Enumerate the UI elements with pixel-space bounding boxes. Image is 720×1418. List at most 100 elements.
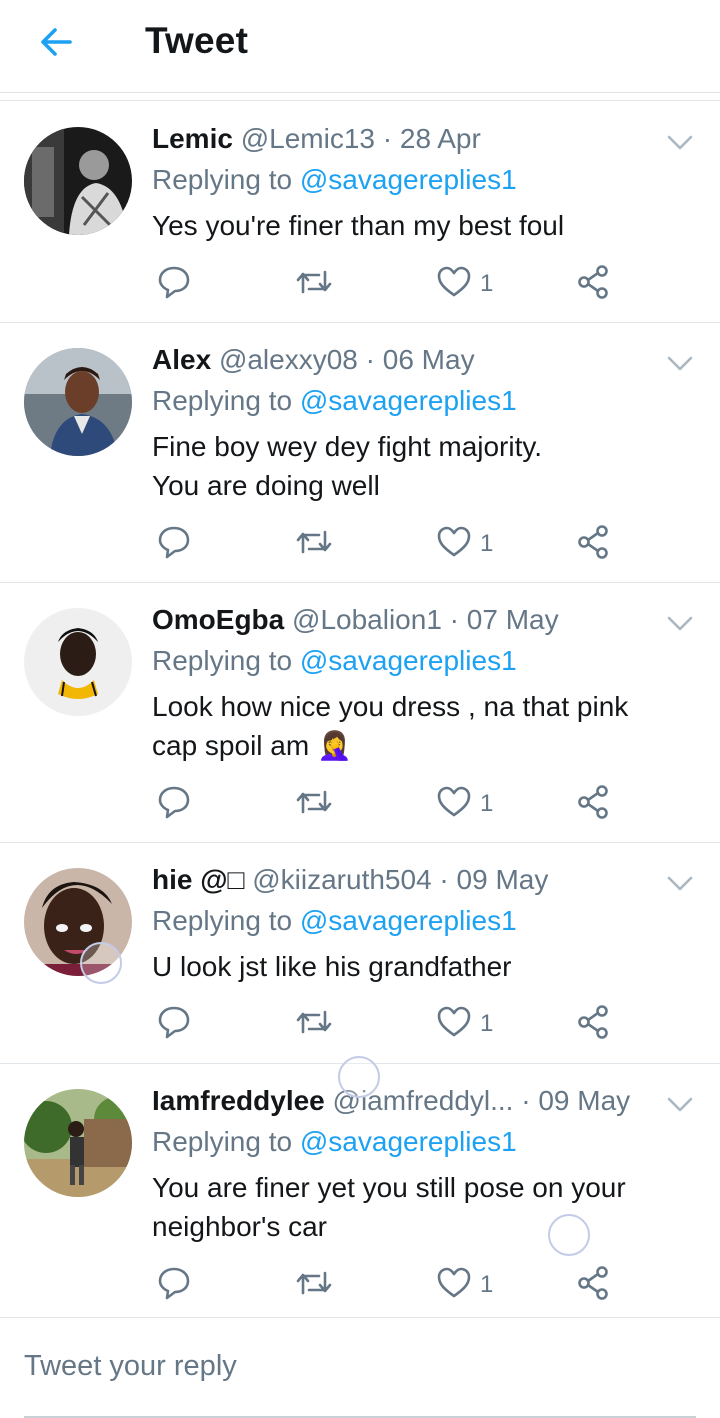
action-bar: 1 — [152, 784, 622, 824]
share-icon — [578, 265, 608, 299]
action-bar: 1 — [152, 1265, 622, 1305]
replying-prefix: Replying to — [152, 1126, 293, 1157]
retweet-button[interactable] — [294, 784, 334, 824]
chevron-down-icon[interactable] — [664, 131, 696, 155]
replying-mention[interactable]: @savagereplies1 — [300, 1126, 517, 1157]
compose-bar: Tweet your reply — [0, 1318, 720, 1418]
chevron-down-icon[interactable] — [664, 872, 696, 896]
page-title: Tweet — [145, 20, 249, 61]
share-icon — [578, 1266, 608, 1300]
share-icon — [578, 785, 608, 819]
avatar[interactable] — [24, 608, 132, 716]
share-button[interactable] — [576, 1265, 612, 1305]
share-button[interactable] — [576, 524, 612, 564]
replying-to: Replying to @savagereplies1 — [152, 645, 517, 677]
replying-prefix: Replying to — [152, 164, 293, 195]
retweet-button[interactable] — [294, 524, 334, 564]
replying-mention[interactable]: @savagereplies1 — [300, 164, 517, 195]
reply-button[interactable] — [156, 1265, 192, 1305]
reply-date: · 06 May — [365, 344, 475, 375]
like-button[interactable]: 1 — [436, 1265, 493, 1305]
reply-text-line: cap spoil am 🤦‍♀️ — [152, 730, 352, 761]
author-handle[interactable]: @alexxy08 — [219, 344, 358, 375]
author-name[interactable]: OmoEgba — [152, 604, 284, 635]
author-name[interactable]: Iamfreddylee — [152, 1085, 325, 1116]
reply-date: · 09 May — [439, 864, 549, 895]
like-button[interactable]: 1 — [436, 784, 493, 824]
reply-button[interactable] — [156, 524, 192, 564]
reply-date: · 28 Apr — [382, 123, 481, 154]
reply-button[interactable] — [156, 784, 192, 824]
reply-meta: Iamfreddylee @iamfreddyl... · 09 May — [152, 1085, 630, 1117]
reply-text-line: You are doing well — [152, 470, 380, 501]
reply-text: Look how nice you dress , na that pink c… — [152, 687, 692, 765]
replying-mention[interactable]: @savagereplies1 — [300, 385, 517, 416]
like-button[interactable]: 1 — [436, 264, 493, 304]
reply-item[interactable]: Lemic @Lemic13 · 28 Apr Replying to @sav… — [0, 101, 720, 323]
replying-mention[interactable]: @savagereplies1 — [300, 905, 517, 936]
author-handle[interactable]: @kiizaruth504 — [252, 864, 431, 895]
touch-indicator — [80, 942, 122, 984]
avatar[interactable] — [24, 348, 132, 456]
like-button[interactable]: 1 — [436, 524, 493, 564]
avatar[interactable] — [24, 127, 132, 235]
reply-text: Yes you're finer than my best foul — [152, 210, 565, 241]
chevron-down-icon[interactable] — [664, 352, 696, 376]
reply-input[interactable]: Tweet your reply — [24, 1346, 696, 1418]
retweet-button[interactable] — [294, 1265, 334, 1305]
comment-icon — [158, 266, 190, 299]
share-button[interactable] — [576, 264, 612, 304]
share-icon — [578, 1005, 608, 1039]
retweet-button[interactable] — [294, 264, 334, 304]
author-name[interactable]: Lemic — [152, 123, 233, 154]
like-count: 1 — [480, 530, 494, 557]
reply-meta: Lemic @Lemic13 · 28 Apr — [152, 123, 481, 155]
retweet-icon — [296, 1271, 332, 1295]
reply-meta: hie @□ @kiizaruth504 · 09 May — [152, 864, 548, 896]
avatar[interactable] — [24, 1089, 132, 1197]
retweet-icon — [296, 530, 332, 554]
reply-text-line: Look how nice you dress , na that pink — [152, 691, 629, 722]
like-count: 1 — [480, 790, 494, 817]
replying-to: Replying to @savagereplies1 — [152, 164, 517, 196]
author-name[interactable]: Alex — [152, 344, 211, 375]
replying-mention[interactable]: @savagereplies1 — [300, 645, 517, 676]
heart-icon — [437, 786, 471, 817]
heart-icon — [437, 266, 471, 297]
reply-text: U look jst like his grandfather — [152, 951, 512, 982]
back-arrow-icon[interactable] — [36, 22, 76, 62]
replying-prefix: Replying to — [152, 385, 293, 416]
retweet-button[interactable] — [294, 1004, 334, 1044]
reply-button[interactable] — [156, 1004, 192, 1044]
touch-indicator — [548, 1214, 590, 1256]
reply-meta: OmoEgba @Lobalion1 · 07 May — [152, 604, 559, 636]
reply-item[interactable]: Iamfreddylee @iamfreddyl... · 09 May Rep… — [0, 1063, 720, 1318]
share-icon — [578, 525, 608, 559]
author-handle[interactable]: @Lemic13 — [241, 123, 375, 154]
comment-icon — [158, 786, 190, 819]
like-button[interactable]: 1 — [436, 1004, 493, 1044]
share-button[interactable] — [576, 784, 612, 824]
touch-indicator — [338, 1056, 380, 1098]
like-count: 1 — [480, 1010, 494, 1037]
heart-icon — [437, 1006, 471, 1037]
share-button[interactable] — [576, 1004, 612, 1044]
author-name[interactable]: hie @□ — [152, 864, 244, 895]
retweet-icon — [296, 790, 332, 814]
top-bar: Tweet — [0, 0, 720, 93]
reply-item[interactable]: Alex @alexxy08 · 06 May Replying to @sav… — [0, 322, 720, 583]
author-handle[interactable]: @Lobalion1 — [292, 604, 442, 635]
chevron-down-icon[interactable] — [664, 612, 696, 636]
like-count: 1 — [480, 1271, 494, 1298]
reply-date: · 09 May — [521, 1085, 631, 1116]
comment-icon — [158, 1267, 190, 1300]
replying-to: Replying to @savagereplies1 — [152, 385, 517, 417]
retweet-icon — [296, 1010, 332, 1034]
replying-to: Replying to @savagereplies1 — [152, 1126, 517, 1158]
chevron-down-icon[interactable] — [664, 1093, 696, 1117]
reply-item[interactable]: OmoEgba @Lobalion1 · 07 May Replying to … — [0, 582, 720, 843]
reply-text-line: Fine boy wey dey fight majority. — [152, 431, 543, 462]
reply-button[interactable] — [156, 264, 192, 304]
comment-icon — [158, 1006, 190, 1039]
replying-prefix: Replying to — [152, 905, 293, 936]
